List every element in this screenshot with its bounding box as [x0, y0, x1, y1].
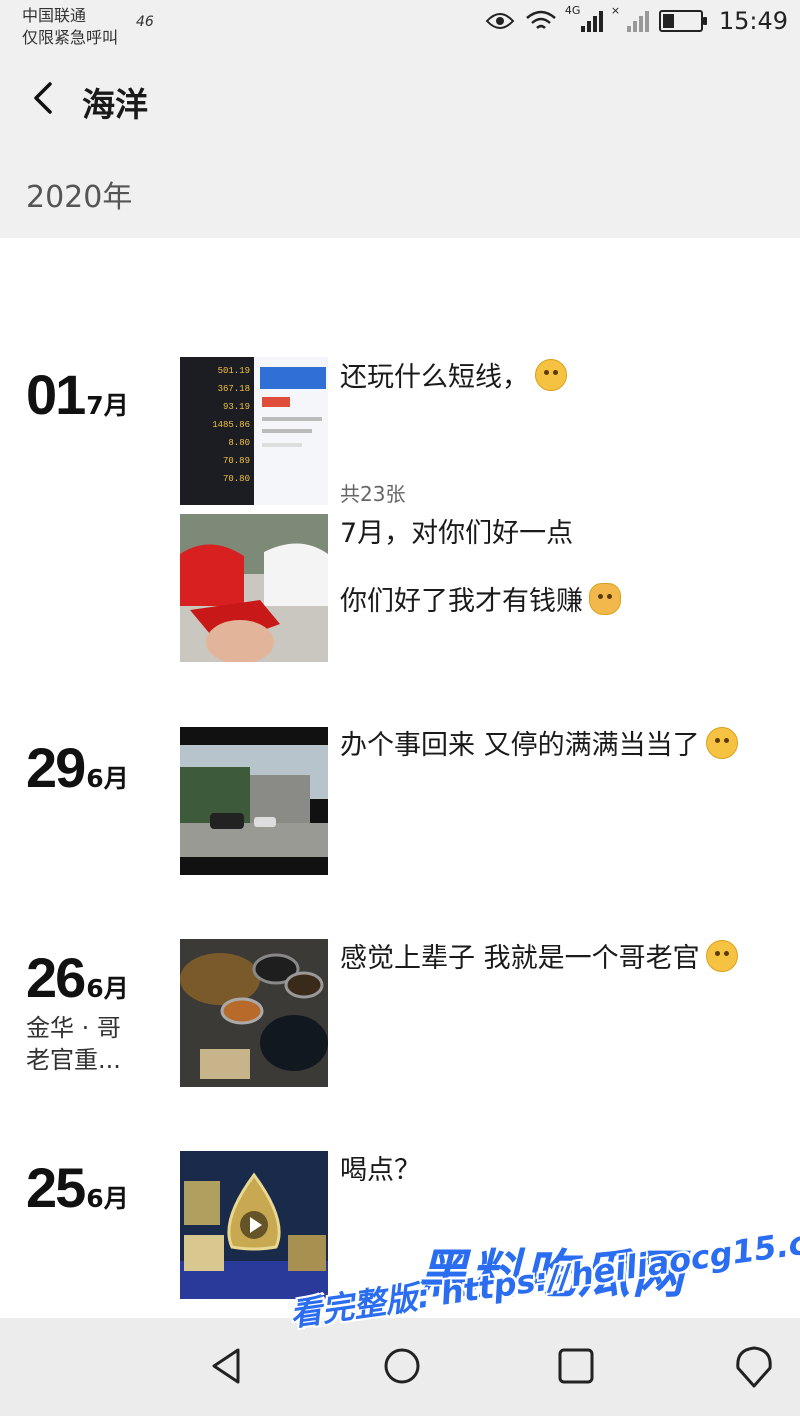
- worried-face-icon: [705, 940, 738, 972]
- post-caption: 7月，对你们好一点 你们好了我才有钱赚: [340, 514, 621, 622]
- thumb-number: 93.19: [223, 402, 250, 412]
- clock: 15:49: [718, 7, 788, 35]
- carrier-status: 仅限紧急呼叫: [22, 28, 119, 47]
- page-header: 海洋 2020年: [0, 52, 800, 238]
- entry-date: 25 6月: [26, 1155, 129, 1220]
- year-label: 2020年: [26, 180, 133, 215]
- thumb-number: 501.19: [218, 366, 250, 376]
- thumb-number: 8.80: [228, 438, 250, 448]
- page-title: 海洋: [82, 85, 148, 124]
- location-line: 老官重...: [26, 1046, 121, 1074]
- post-caption: 喝点？: [340, 1155, 421, 1186]
- chevron-left-icon[interactable]: [26, 78, 66, 118]
- wifi-icon: [526, 10, 556, 29]
- home-circle-icon[interactable]: [378, 1342, 426, 1390]
- thumb-number: 1485.86: [212, 420, 250, 430]
- battery-icon: [658, 10, 707, 32]
- entry-day: 29: [26, 736, 86, 799]
- status-bar: 中国联通 仅限紧急呼叫 46 4G × 15:49: [0, 0, 800, 52]
- post-caption: 还玩什么短线，: [340, 358, 567, 398]
- post-caption-line: 你们好了我才有钱赚: [340, 586, 583, 617]
- entry-day: 25: [26, 1156, 86, 1219]
- thumb-number: 70.80: [223, 474, 250, 484]
- entry-month: 7月: [86, 391, 129, 420]
- entry-date: 26 6月: [26, 945, 129, 1010]
- eye-icon: [485, 13, 515, 29]
- network-tag: 4G: [564, 4, 581, 17]
- entry-month: 6月: [86, 974, 129, 1003]
- post-thumbnail[interactable]: 501.19 367.18 93.19 1485.86 8.80 70.89 70.80: [180, 357, 328, 505]
- post-caption-line: 7月，对你们好一点: [340, 518, 574, 549]
- entry-day: 01: [26, 363, 86, 426]
- location-label[interactable]: 金华 · 哥 老官重...: [26, 1012, 146, 1076]
- post-thumbnail[interactable]: [180, 514, 328, 662]
- carrier-name: 中国联通: [22, 6, 87, 25]
- thumb-number: 367.18: [218, 384, 250, 394]
- post-caption: 办个事回来 又停的满满当当了: [340, 726, 738, 766]
- system-nav-bar: [0, 1318, 800, 1416]
- post-caption-text: 感觉上辈子 我就是一个哥老官: [340, 943, 700, 974]
- location-line: 金华 · 哥: [26, 1014, 121, 1042]
- post-thumbnail[interactable]: [180, 939, 328, 1087]
- photo-count: 共23张: [340, 482, 406, 506]
- watermark-url: 看完整版: https://heiliaocg15.com: [287, 1215, 800, 1334]
- entry-month: 6月: [86, 1184, 129, 1213]
- entry-date: 29 6月: [26, 735, 129, 800]
- entry-day: 26: [26, 946, 86, 1009]
- hushed-face-icon: [705, 727, 738, 759]
- pleading-face-icon: [535, 359, 567, 391]
- video-thumbnail[interactable]: [180, 1151, 328, 1299]
- signal-4g-icon: 4G: [565, 4, 603, 32]
- post-caption: 感觉上辈子 我就是一个哥老官: [340, 939, 738, 979]
- recents-square-icon[interactable]: [552, 1342, 600, 1390]
- post-thumbnail[interactable]: [180, 727, 328, 875]
- entry-date: 01 7月: [26, 362, 129, 427]
- post-caption-text: 办个事回来 又停的满满当当了: [340, 730, 700, 761]
- entry-month: 6月: [86, 764, 129, 793]
- signal-no-sim-icon: ×: [611, 4, 649, 32]
- thumb-number: 70.89: [223, 456, 250, 466]
- back-triangle-icon[interactable]: [202, 1342, 250, 1390]
- post-caption-text: 还玩什么短线，: [340, 362, 529, 393]
- cat-face-icon: [589, 583, 621, 615]
- carrier-badge: 46: [136, 14, 154, 30]
- notification-icon[interactable]: [730, 1342, 778, 1390]
